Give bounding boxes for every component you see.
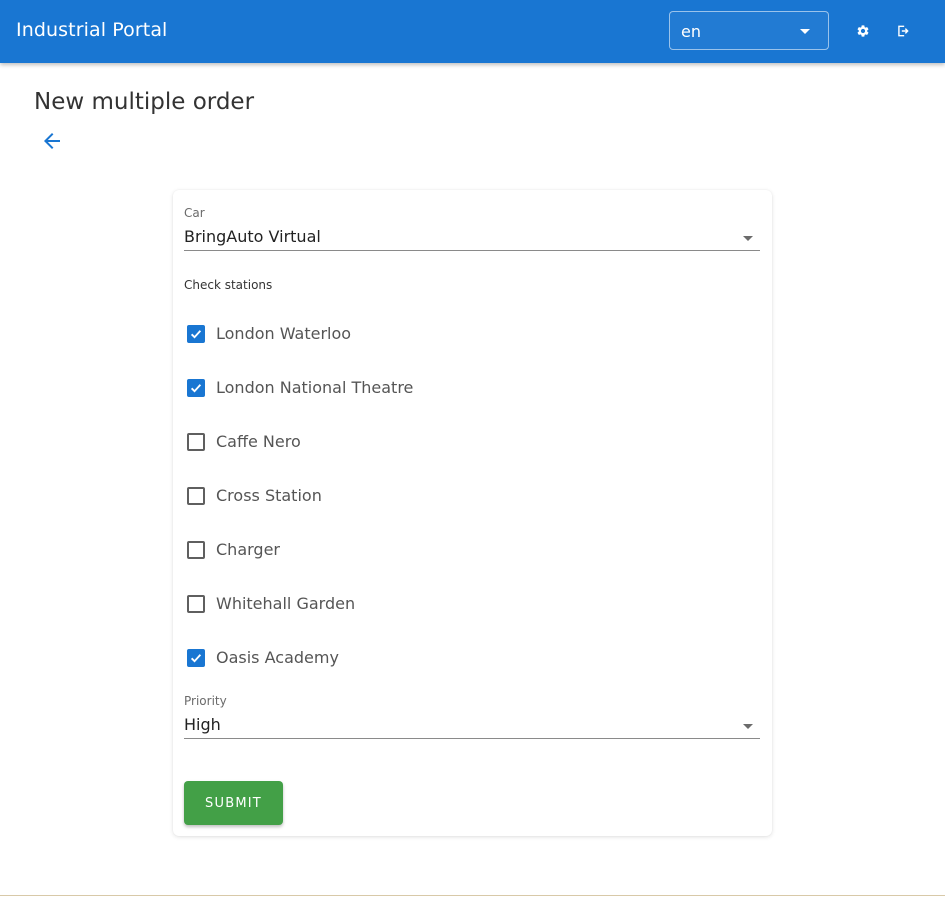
app-bar: Industrial Portal en bbox=[0, 0, 945, 63]
language-select[interactable]: en bbox=[669, 11, 829, 50]
settings-button[interactable] bbox=[851, 19, 875, 43]
station-checkbox[interactable] bbox=[187, 595, 205, 613]
station-checkbox-row[interactable]: Cross Station bbox=[185, 481, 485, 511]
car-select[interactable]: BringAuto Virtual bbox=[184, 225, 760, 251]
order-form-card: Car BringAuto Virtual Check stations Lon… bbox=[173, 190, 772, 836]
language-select-value: en bbox=[681, 22, 701, 41]
station-checkbox-row[interactable]: Charger bbox=[185, 535, 485, 565]
station-label: Cross Station bbox=[216, 486, 322, 505]
checkmark-icon bbox=[190, 654, 202, 663]
arrow-left-icon bbox=[44, 133, 60, 149]
station-checkbox-row[interactable]: London National Theatre bbox=[185, 373, 485, 403]
station-label: Charger bbox=[216, 540, 280, 559]
page-title: New multiple order bbox=[34, 89, 255, 115]
station-checkbox[interactable] bbox=[187, 325, 205, 343]
stations-section-label: Check stations bbox=[184, 278, 273, 292]
station-checkbox[interactable] bbox=[187, 379, 205, 397]
priority-select-value: High bbox=[184, 715, 221, 734]
footer-divider bbox=[0, 895, 945, 896]
logout-icon bbox=[898, 25, 909, 37]
chevron-down-icon bbox=[800, 29, 810, 34]
chevron-down-icon bbox=[743, 236, 753, 241]
car-select-value: BringAuto Virtual bbox=[184, 227, 321, 246]
car-field-label: Car bbox=[184, 206, 205, 220]
station-label: London Waterloo bbox=[216, 324, 352, 343]
station-checkbox[interactable] bbox=[187, 649, 205, 667]
station-label: Oasis Academy bbox=[216, 648, 339, 667]
station-checkbox[interactable] bbox=[187, 433, 205, 451]
station-checkbox-row[interactable]: Whitehall Garden bbox=[185, 589, 485, 619]
checkmark-icon bbox=[190, 384, 202, 393]
priority-select[interactable]: High bbox=[184, 713, 760, 739]
back-button[interactable] bbox=[40, 129, 64, 153]
chevron-down-icon bbox=[743, 724, 753, 729]
submit-button[interactable]: SUBMIT bbox=[184, 781, 283, 825]
logout-button[interactable] bbox=[891, 19, 915, 43]
station-label: Whitehall Garden bbox=[216, 594, 356, 613]
station-checkbox[interactable] bbox=[187, 541, 205, 559]
station-checkbox-row[interactable]: Oasis Academy bbox=[185, 643, 485, 673]
station-checkbox-row[interactable]: Caffe Nero bbox=[185, 427, 485, 457]
station-checkbox-row[interactable]: London Waterloo bbox=[185, 319, 485, 349]
station-checkbox[interactable] bbox=[187, 487, 205, 505]
app-title: Industrial Portal bbox=[16, 19, 168, 41]
checkmark-icon bbox=[190, 330, 202, 339]
station-label: Caffe Nero bbox=[216, 432, 301, 451]
station-label: London National Theatre bbox=[216, 378, 414, 397]
gear-icon bbox=[857, 25, 869, 37]
priority-field-label: Priority bbox=[184, 694, 227, 708]
